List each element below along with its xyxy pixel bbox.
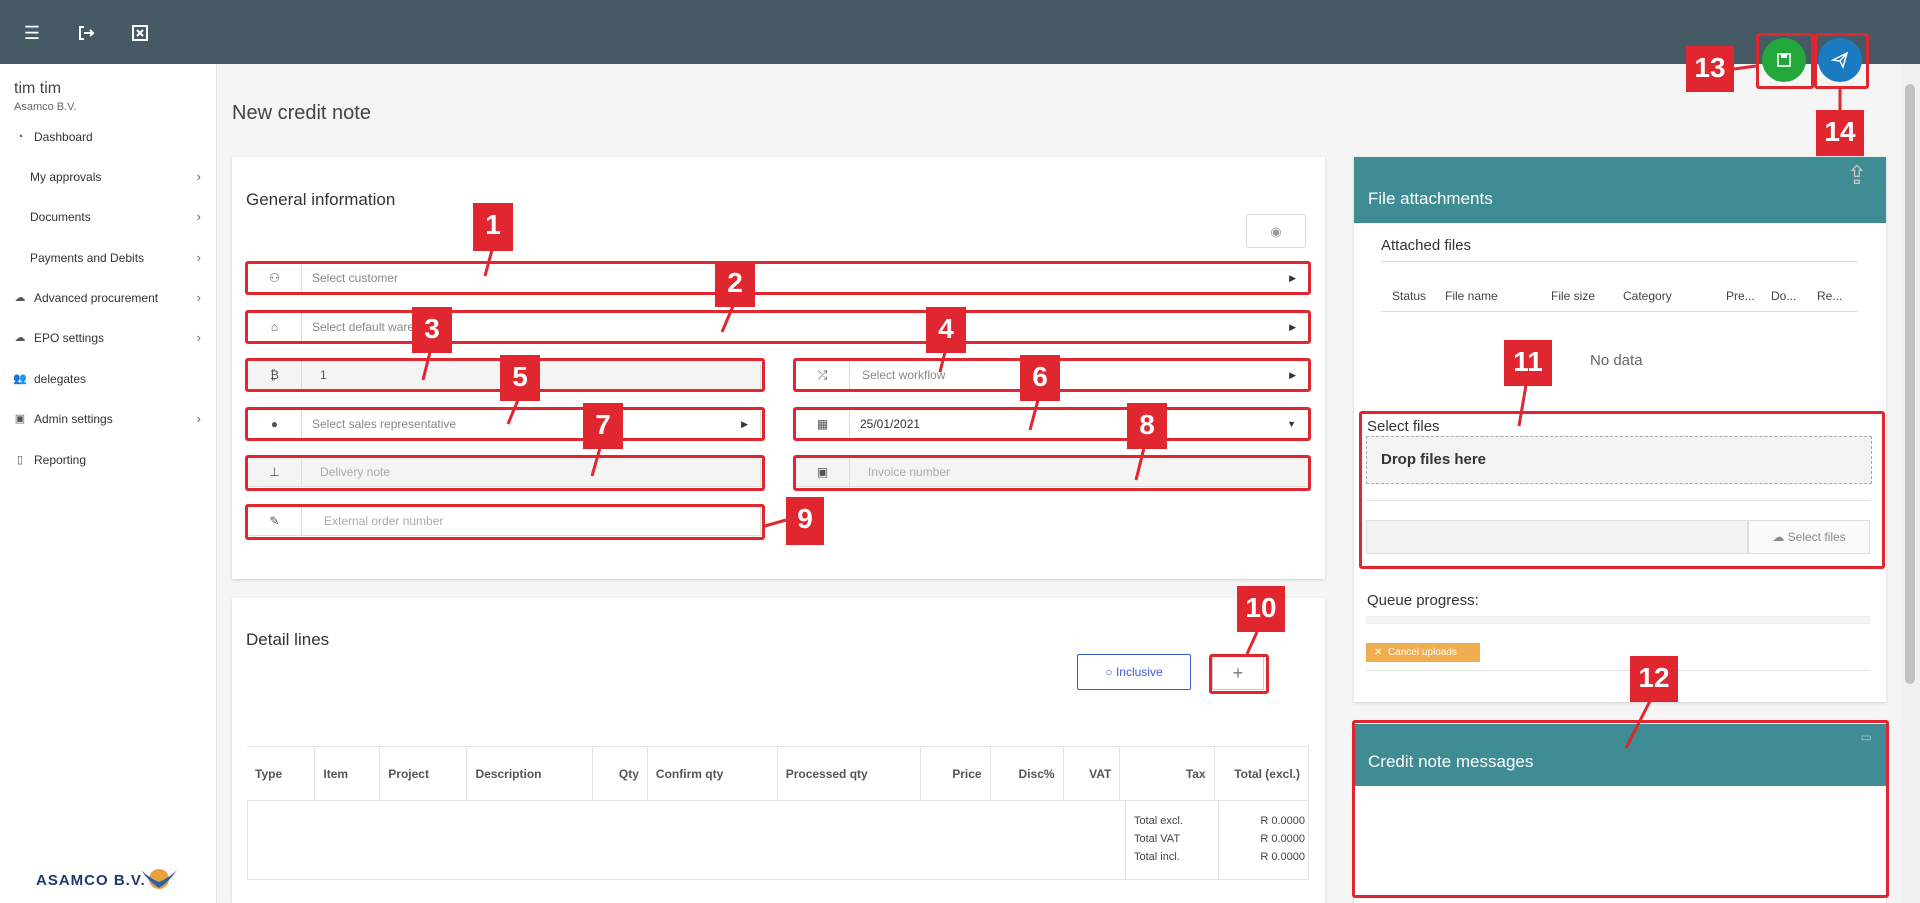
pointer-line — [938, 351, 947, 373]
pointer-line — [483, 249, 494, 277]
annotation-pointers — [421, 64, 1842, 749]
pointer-line — [1624, 700, 1652, 749]
pointer-line — [720, 305, 735, 333]
pointer-line — [421, 351, 432, 381]
pointer-line — [764, 518, 787, 528]
pointer-line — [1733, 64, 1757, 71]
pointer-line — [506, 399, 520, 425]
pointer-line — [1134, 447, 1146, 481]
pointer-line — [1517, 384, 1528, 427]
pointer-line — [1028, 399, 1040, 431]
pointer-line — [590, 447, 602, 477]
pointer-line — [1245, 631, 1259, 655]
